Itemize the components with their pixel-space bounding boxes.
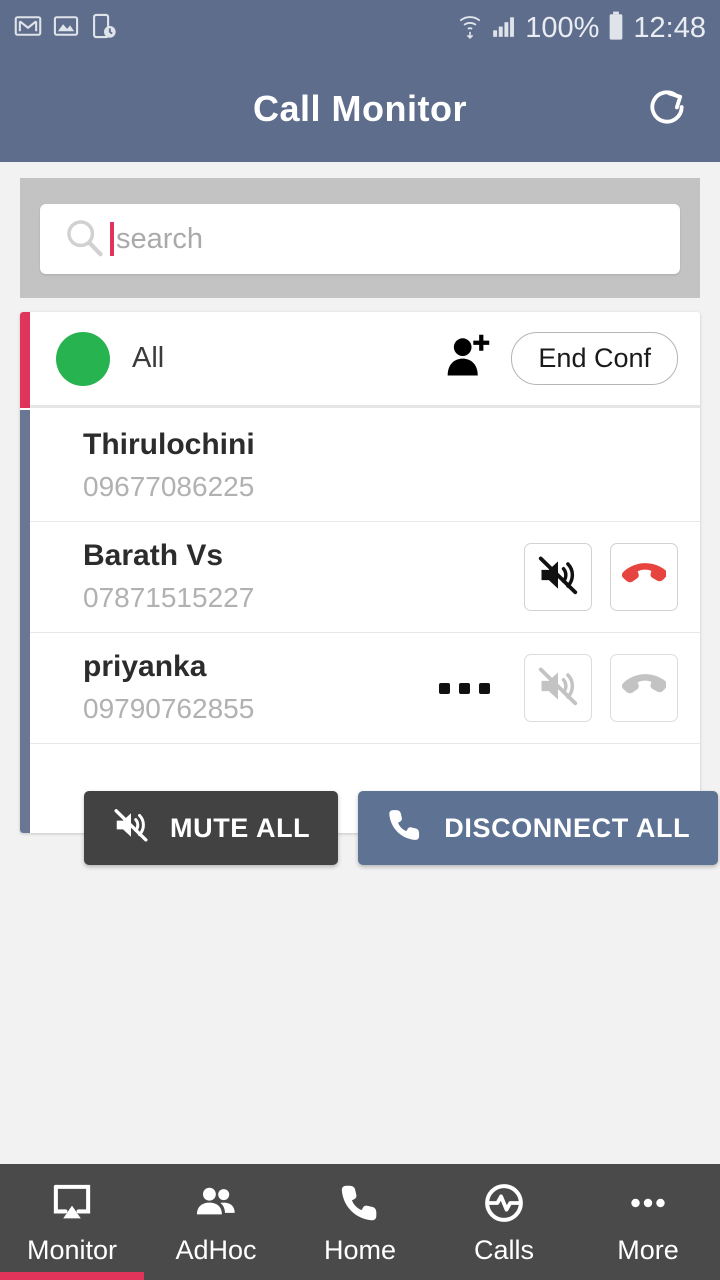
gmail-icon xyxy=(14,12,42,45)
conference-header: All End Conf xyxy=(30,312,700,408)
more-dots-icon xyxy=(625,1178,671,1228)
status-bar-clock: 12:48 xyxy=(633,11,706,44)
mute-button xyxy=(524,654,592,722)
person-add-icon xyxy=(445,331,491,386)
nav-label-monitor: Monitor xyxy=(26,1235,118,1265)
app-root: 100% 12:48 Call Monitor search All End C… xyxy=(0,0,720,1280)
device-clock-icon xyxy=(90,12,118,45)
more-options-icon[interactable] xyxy=(439,682,490,694)
search-placeholder: search xyxy=(116,222,204,255)
mute-button[interactable] xyxy=(524,543,592,611)
hangup-button xyxy=(610,654,678,722)
signal-icon xyxy=(491,13,517,44)
search-icon xyxy=(62,215,106,264)
nav-item-monitor[interactable]: Monitor xyxy=(0,1164,144,1280)
refresh-icon xyxy=(645,85,689,134)
participant-name: priyanka xyxy=(83,650,207,684)
pulse-circle-icon xyxy=(481,1178,527,1228)
status-bar: 100% 12:48 xyxy=(0,0,720,56)
nav-label-more: More xyxy=(617,1235,679,1265)
battery-percent-label: 100% xyxy=(525,11,600,44)
participant-name: Thirulochini xyxy=(83,428,255,462)
disconnect-all-label: DISCONNECT ALL xyxy=(444,812,691,843)
mute-all-button[interactable]: MUTE ALL xyxy=(84,791,339,865)
phone-icon xyxy=(337,1178,383,1228)
conference-label: All xyxy=(132,342,165,374)
participant-number: 07871515227 xyxy=(83,581,255,613)
end-call-icon xyxy=(621,553,668,602)
battery-icon xyxy=(607,11,625,46)
participant-row[interactable]: Thirulochini 09677086225 xyxy=(30,411,700,522)
nav-item-calls[interactable]: Calls xyxy=(432,1164,576,1280)
participant-row[interactable]: Barath Vs 07871515227 xyxy=(30,522,700,633)
app-bar: Call Monitor xyxy=(0,56,720,162)
nav-item-home[interactable]: Home xyxy=(288,1164,432,1280)
nav-label-calls: Calls xyxy=(473,1235,534,1265)
search-container: search xyxy=(20,178,700,298)
end-call-icon xyxy=(621,664,668,713)
conference-card: All End Conf Thirulochini 09677086225 Ba… xyxy=(20,312,700,833)
participants-accent-stripe xyxy=(20,410,30,833)
nav-active-indicator xyxy=(0,1272,144,1280)
nav-item-adhoc[interactable]: AdHoc xyxy=(144,1164,288,1280)
refresh-button[interactable] xyxy=(640,82,694,136)
participant-info: priyanka 09790762855 xyxy=(83,648,254,727)
conference-header-actions: End Conf xyxy=(445,332,678,385)
nav-item-more[interactable]: More xyxy=(576,1164,720,1280)
status-bar-right-icons: 100% 12:48 xyxy=(457,11,706,46)
page-title: Call Monitor xyxy=(253,88,467,129)
status-badge xyxy=(56,331,110,386)
text-cursor xyxy=(110,222,114,256)
photo-icon xyxy=(52,12,80,45)
status-bar-left-icons xyxy=(14,12,118,45)
bottom-navigation: Monitor AdHoc Home Calls More xyxy=(0,1164,720,1280)
mute-icon xyxy=(112,806,150,851)
bulk-action-bar: MUTE ALL DISCONNECT ALL xyxy=(84,791,719,865)
participant-actions xyxy=(439,654,678,722)
wifi-icon xyxy=(457,12,483,45)
add-participant-button[interactable] xyxy=(445,334,491,384)
hangup-button[interactable] xyxy=(610,543,678,611)
participant-info: Thirulochini 09677086225 xyxy=(83,426,255,505)
disconnect-all-button[interactable]: DISCONNECT ALL xyxy=(358,791,719,865)
mute-icon xyxy=(536,553,580,602)
end-conference-button[interactable]: End Conf xyxy=(511,332,678,385)
participant-number: 09790762855 xyxy=(83,692,255,724)
participant-row[interactable]: priyanka 09790762855 xyxy=(30,633,700,744)
people-icon xyxy=(193,1178,239,1228)
participant-name: Barath Vs xyxy=(83,539,224,573)
conference-accent-stripe xyxy=(20,312,30,408)
participant-info: Barath Vs 07871515227 xyxy=(83,537,254,616)
participant-number: 09677086225 xyxy=(83,470,255,502)
phone-icon xyxy=(386,806,424,851)
mute-icon xyxy=(536,664,580,713)
cast-screen-icon xyxy=(49,1178,95,1228)
nav-label-adhoc: AdHoc xyxy=(175,1235,257,1265)
nav-label-home: Home xyxy=(323,1235,397,1265)
search-input[interactable]: search xyxy=(40,204,680,274)
participant-actions xyxy=(524,543,678,611)
participant-list: Thirulochini 09677086225 Barath Vs 07871… xyxy=(30,411,700,744)
mute-all-label: MUTE ALL xyxy=(170,812,311,843)
